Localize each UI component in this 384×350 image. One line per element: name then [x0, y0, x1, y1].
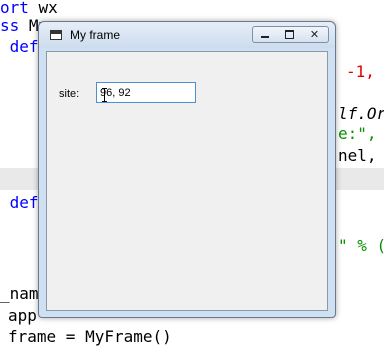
code-fragment: nel, [338, 146, 377, 165]
code-keyword: ort [0, 0, 29, 17]
frame-panel: site: [46, 51, 328, 311]
code-fragment: app [8, 306, 37, 325]
text-cursor-icon [102, 88, 108, 102]
site-input[interactable] [96, 82, 196, 103]
code-keyword: def [9, 193, 39, 212]
window-title: My frame [70, 28, 121, 42]
site-label: site: [59, 88, 80, 100]
code-fragment: _nam [0, 284, 39, 303]
code-keyword: def [9, 37, 39, 56]
close-button[interactable]: ✕ [301, 26, 329, 43]
code-fragment: -1, [346, 62, 375, 81]
code-string: " % ( [338, 236, 384, 255]
minimize-icon [261, 36, 269, 38]
maximize-icon [284, 30, 294, 39]
maximize-button[interactable] [277, 26, 302, 43]
code-line: frame = MyFrame() [8, 327, 172, 346]
minimize-button[interactable] [252, 26, 278, 43]
code-line: def [0, 193, 39, 213]
code-keyword: ss [0, 16, 20, 35]
code-line: def [0, 37, 39, 57]
code-text: wx [28, 0, 58, 17]
my-frame-window[interactable]: My frame ✕ site: [38, 21, 336, 318]
code-fragment: lf.Or [338, 104, 384, 123]
code-fragment: " % ( [338, 236, 384, 256]
close-icon: ✕ [309, 28, 320, 41]
title-bar[interactable]: My frame ✕ [39, 22, 335, 48]
app-window-icon[interactable] [50, 30, 62, 40]
code-fragment: e:", [338, 124, 377, 143]
